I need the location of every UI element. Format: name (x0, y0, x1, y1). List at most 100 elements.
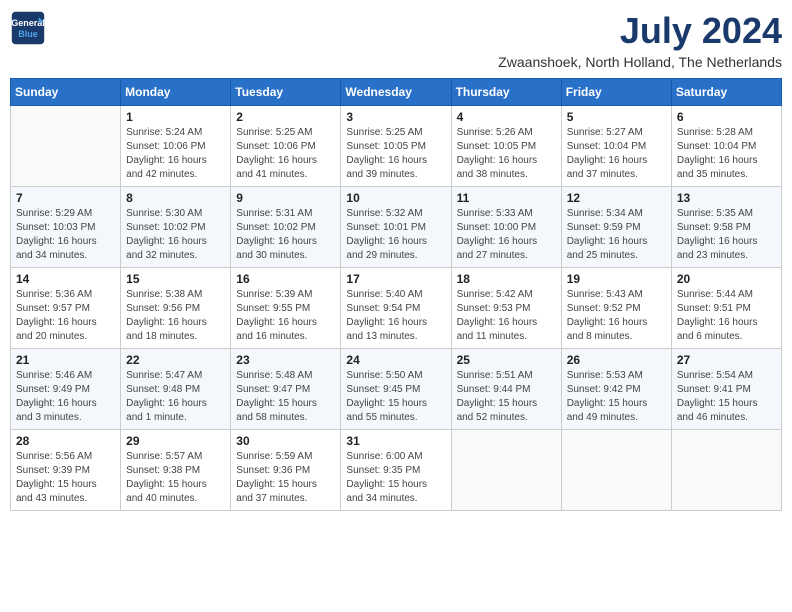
day-info: Sunrise: 5:46 AM Sunset: 9:49 PM Dayligh… (16, 369, 115, 425)
calendar-cell: 16 Sunrise: 5:39 AM Sunset: 9:55 PM Dayli… (231, 268, 341, 349)
day-number: 3 (346, 110, 445, 124)
day-info: Sunrise: 5:25 AM Sunset: 10:06 PM Daylig… (236, 126, 335, 182)
calendar-cell: 2 Sunrise: 5:25 AM Sunset: 10:06 PM Dayli… (231, 106, 341, 187)
day-info: Sunrise: 5:26 AM Sunset: 10:05 PM Daylig… (457, 126, 556, 182)
day-number: 13 (677, 191, 776, 205)
day-info: Sunrise: 5:25 AM Sunset: 10:05 PM Daylig… (346, 126, 445, 182)
week-row-3: 14Sunrise: 5:36 AM Sunset: 9:57 PM Dayli… (11, 268, 782, 349)
day-number: 11 (457, 191, 556, 205)
day-number: 18 (457, 272, 556, 286)
calendar-cell: 26 Sunrise: 5:53 AM Sunset: 9:42 PM Dayli… (561, 349, 671, 430)
day-number: 30 (236, 434, 335, 448)
week-row-1: 1Sunrise: 5:24 AM Sunset: 10:06 PM Dayli… (11, 106, 782, 187)
calendar-cell: 29 Sunrise: 5:57 AM Sunset: 9:38 PM Dayli… (121, 430, 231, 511)
calendar-cell: 18 Sunrise: 5:42 AM Sunset: 9:53 PM Dayli… (451, 268, 561, 349)
day-number: 27 (677, 353, 776, 367)
weekday-friday: Friday (561, 79, 671, 106)
day-info: Sunrise: 5:29 AM Sunset: 10:03 PM Daylig… (16, 207, 115, 263)
weekday-wednesday: Wednesday (341, 79, 451, 106)
calendar-cell: 5 Sunrise: 5:27 AM Sunset: 10:04 PM Dayli… (561, 106, 671, 187)
calendar-cell: 17Sunrise: 5:40 AM Sunset: 9:54 PM Dayli… (341, 268, 451, 349)
location-title: Zwaanshoek, North Holland, The Netherlan… (498, 54, 782, 70)
week-row-5: 28Sunrise: 5:56 AM Sunset: 9:39 PM Dayli… (11, 430, 782, 511)
day-number: 20 (677, 272, 776, 286)
day-info: Sunrise: 5:34 AM Sunset: 9:59 PM Dayligh… (567, 207, 666, 263)
day-info: Sunrise: 5:42 AM Sunset: 9:53 PM Dayligh… (457, 288, 556, 344)
day-number: 28 (16, 434, 115, 448)
day-number: 9 (236, 191, 335, 205)
calendar-cell: 9 Sunrise: 5:31 AM Sunset: 10:02 PM Dayli… (231, 187, 341, 268)
day-info: Sunrise: 5:39 AM Sunset: 9:55 PM Dayligh… (236, 288, 335, 344)
day-info: Sunrise: 5:30 AM Sunset: 10:02 PM Daylig… (126, 207, 225, 263)
day-number: 26 (567, 353, 666, 367)
svg-text:Blue: Blue (18, 29, 38, 39)
day-number: 24 (346, 353, 445, 367)
calendar-cell: 7 Sunrise: 5:29 AM Sunset: 10:03 PM Dayli… (11, 187, 121, 268)
calendar-cell: 13 Sunrise: 5:35 AM Sunset: 9:58 PM Dayli… (671, 187, 781, 268)
day-info: Sunrise: 5:38 AM Sunset: 9:56 PM Dayligh… (126, 288, 225, 344)
day-info: Sunrise: 5:35 AM Sunset: 9:58 PM Dayligh… (677, 207, 776, 263)
calendar-cell (451, 430, 561, 511)
calendar-cell: 25 Sunrise: 5:51 AM Sunset: 9:44 PM Dayli… (451, 349, 561, 430)
day-info: Sunrise: 5:47 AM Sunset: 9:48 PM Dayligh… (126, 369, 225, 425)
calendar-cell: 12 Sunrise: 5:34 AM Sunset: 9:59 PM Dayli… (561, 187, 671, 268)
day-number: 10 (346, 191, 445, 205)
weekday-sunday: Sunday (11, 79, 121, 106)
day-number: 23 (236, 353, 335, 367)
day-number: 6 (677, 110, 776, 124)
day-info: Sunrise: 5:59 AM Sunset: 9:36 PM Dayligh… (236, 450, 335, 506)
day-info: Sunrise: 5:33 AM Sunset: 10:00 PM Daylig… (457, 207, 556, 263)
day-info: Sunrise: 5:57 AM Sunset: 9:38 PM Dayligh… (126, 450, 225, 506)
calendar-cell: 1Sunrise: 5:24 AM Sunset: 10:06 PM Dayli… (121, 106, 231, 187)
calendar-cell: 8 Sunrise: 5:30 AM Sunset: 10:02 PM Dayli… (121, 187, 231, 268)
day-info: Sunrise: 5:53 AM Sunset: 9:42 PM Dayligh… (567, 369, 666, 425)
calendar-cell: 21Sunrise: 5:46 AM Sunset: 9:49 PM Dayli… (11, 349, 121, 430)
logo: General Blue (10, 10, 46, 46)
day-number: 16 (236, 272, 335, 286)
calendar-cell: 22Sunrise: 5:47 AM Sunset: 9:48 PM Dayli… (121, 349, 231, 430)
day-number: 14 (16, 272, 115, 286)
weekday-monday: Monday (121, 79, 231, 106)
weekday-header: SundayMondayTuesdayWednesdayThursdayFrid… (11, 79, 782, 106)
day-number: 2 (236, 110, 335, 124)
day-info: Sunrise: 5:44 AM Sunset: 9:51 PM Dayligh… (677, 288, 776, 344)
day-number: 5 (567, 110, 666, 124)
calendar-cell (561, 430, 671, 511)
day-info: Sunrise: 5:50 AM Sunset: 9:45 PM Dayligh… (346, 369, 445, 425)
calendar-cell: 10 Sunrise: 5:32 AM Sunset: 10:01 PM Dayl… (341, 187, 451, 268)
title-area: July 2024 Zwaanshoek, North Holland, The… (498, 10, 782, 70)
calendar-cell: 31 Sunrise: 6:00 AM Sunset: 9:35 PM Dayli… (341, 430, 451, 511)
calendar-cell: 4 Sunrise: 5:26 AM Sunset: 10:05 PM Dayli… (451, 106, 561, 187)
day-info: Sunrise: 5:32 AM Sunset: 10:01 PM Daylig… (346, 207, 445, 263)
logo-icon: General Blue (10, 10, 46, 46)
calendar-cell: 6 Sunrise: 5:28 AM Sunset: 10:04 PM Dayli… (671, 106, 781, 187)
calendar-cell: 15Sunrise: 5:38 AM Sunset: 9:56 PM Dayli… (121, 268, 231, 349)
calendar-cell: 11 Sunrise: 5:33 AM Sunset: 10:00 PM Dayl… (451, 187, 561, 268)
day-number: 8 (126, 191, 225, 205)
day-info: Sunrise: 5:27 AM Sunset: 10:04 PM Daylig… (567, 126, 666, 182)
calendar-cell: 24 Sunrise: 5:50 AM Sunset: 9:45 PM Dayli… (341, 349, 451, 430)
day-info: Sunrise: 6:00 AM Sunset: 9:35 PM Dayligh… (346, 450, 445, 506)
day-info: Sunrise: 5:48 AM Sunset: 9:47 PM Dayligh… (236, 369, 335, 425)
day-info: Sunrise: 5:54 AM Sunset: 9:41 PM Dayligh… (677, 369, 776, 425)
day-number: 7 (16, 191, 115, 205)
calendar-body: 1Sunrise: 5:24 AM Sunset: 10:06 PM Dayli… (11, 106, 782, 511)
day-info: Sunrise: 5:43 AM Sunset: 9:52 PM Dayligh… (567, 288, 666, 344)
day-number: 25 (457, 353, 556, 367)
day-number: 12 (567, 191, 666, 205)
calendar-cell: 23 Sunrise: 5:48 AM Sunset: 9:47 PM Dayli… (231, 349, 341, 430)
day-info: Sunrise: 5:51 AM Sunset: 9:44 PM Dayligh… (457, 369, 556, 425)
calendar-cell: 19Sunrise: 5:43 AM Sunset: 9:52 PM Dayli… (561, 268, 671, 349)
calendar-cell: 30 Sunrise: 5:59 AM Sunset: 9:36 PM Dayli… (231, 430, 341, 511)
calendar-cell (11, 106, 121, 187)
day-info: Sunrise: 5:28 AM Sunset: 10:04 PM Daylig… (677, 126, 776, 182)
weekday-saturday: Saturday (671, 79, 781, 106)
day-number: 17 (346, 272, 445, 286)
calendar-cell: 27 Sunrise: 5:54 AM Sunset: 9:41 PM Dayli… (671, 349, 781, 430)
calendar-cell: 20 Sunrise: 5:44 AM Sunset: 9:51 PM Dayli… (671, 268, 781, 349)
day-number: 29 (126, 434, 225, 448)
day-number: 4 (457, 110, 556, 124)
day-number: 31 (346, 434, 445, 448)
weekday-thursday: Thursday (451, 79, 561, 106)
day-info: Sunrise: 5:31 AM Sunset: 10:02 PM Daylig… (236, 207, 335, 263)
